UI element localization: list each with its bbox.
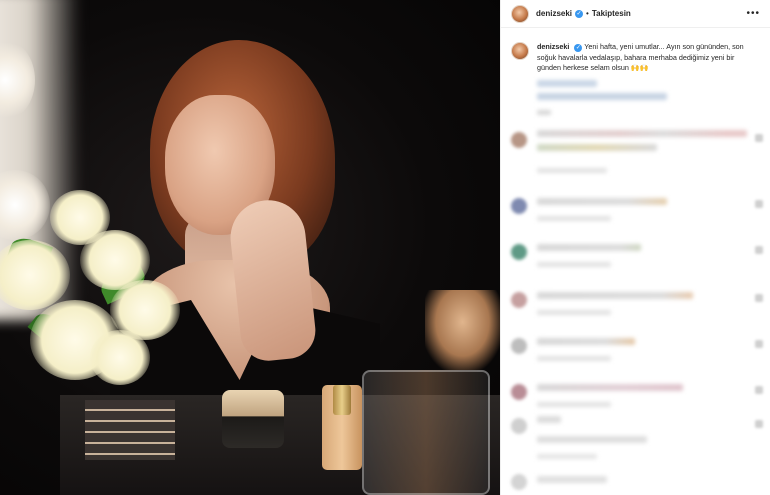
like-comment-icon[interactable] bbox=[755, 340, 763, 348]
palette-stack bbox=[85, 400, 175, 460]
powder-compact bbox=[222, 390, 284, 448]
blurred-comment bbox=[537, 384, 683, 391]
avatar[interactable] bbox=[511, 4, 529, 23]
separator-dot: • bbox=[586, 9, 589, 18]
comment-avatar[interactable] bbox=[511, 244, 527, 260]
like-comment-icon[interactable] bbox=[755, 420, 763, 428]
comment-avatar[interactable] bbox=[511, 338, 527, 354]
blurred-comment-meta bbox=[537, 168, 607, 173]
blurred-comment bbox=[537, 144, 657, 151]
caption-body: denizseki ✓ Yeni hafta, yeni umutlar... … bbox=[537, 42, 760, 74]
like-comment-icon[interactable] bbox=[755, 294, 763, 302]
caption-username[interactable]: denizseki bbox=[537, 42, 569, 51]
blurred-comment bbox=[537, 476, 607, 483]
post-header: denizseki ✓ • Takiptesin ••• bbox=[501, 0, 770, 28]
comment-avatar[interactable] bbox=[511, 132, 527, 148]
post-side-panel: denizseki ✓ • Takiptesin ••• denizseki ✓… bbox=[500, 0, 770, 495]
blurred-comment-meta bbox=[537, 454, 597, 459]
verified-badge-icon: ✓ bbox=[575, 9, 584, 18]
caption-avatar[interactable] bbox=[511, 42, 529, 60]
comment-avatar[interactable] bbox=[511, 198, 527, 214]
like-comment-icon[interactable] bbox=[755, 246, 763, 254]
comment-avatar[interactable] bbox=[511, 474, 527, 490]
blurred-comment bbox=[537, 338, 635, 345]
blurred-comment bbox=[537, 198, 667, 205]
flower-bouquet bbox=[0, 180, 190, 400]
comment-avatar[interactable] bbox=[511, 292, 527, 308]
blurred-comment bbox=[537, 436, 647, 443]
blurred-comment-meta bbox=[537, 310, 611, 315]
blurred-timestamp bbox=[537, 110, 551, 115]
username-link[interactable]: denizseki bbox=[536, 9, 572, 18]
blurred-comment-meta bbox=[537, 216, 611, 221]
blurred-comment-meta bbox=[537, 402, 611, 407]
following-button[interactable]: Takiptesin bbox=[592, 9, 631, 18]
brush-jar bbox=[362, 370, 490, 495]
blurred-comment bbox=[537, 244, 641, 251]
verified-badge-icon: ✓ bbox=[574, 44, 583, 52]
blurred-hashtags bbox=[537, 80, 597, 87]
blurred-comment-meta bbox=[537, 262, 611, 267]
post-photo[interactable] bbox=[0, 0, 500, 495]
more-options-icon[interactable]: ••• bbox=[746, 8, 760, 19]
comments-list bbox=[501, 70, 770, 495]
blurred-comment bbox=[537, 292, 693, 299]
like-comment-icon[interactable] bbox=[755, 386, 763, 394]
like-comment-icon[interactable] bbox=[755, 134, 763, 142]
blurred-hashtags bbox=[537, 93, 667, 100]
blurred-comment bbox=[537, 130, 747, 137]
comment-avatar[interactable] bbox=[511, 418, 527, 434]
like-comment-icon[interactable] bbox=[755, 200, 763, 208]
makeup-brushes bbox=[425, 290, 500, 370]
blurred-comment bbox=[537, 416, 561, 423]
comment-avatar[interactable] bbox=[511, 384, 527, 400]
blurred-comment-meta bbox=[537, 356, 611, 361]
post-caption: denizseki ✓ Yeni hafta, yeni umutlar... … bbox=[501, 28, 770, 74]
bottle-cap bbox=[333, 385, 351, 415]
